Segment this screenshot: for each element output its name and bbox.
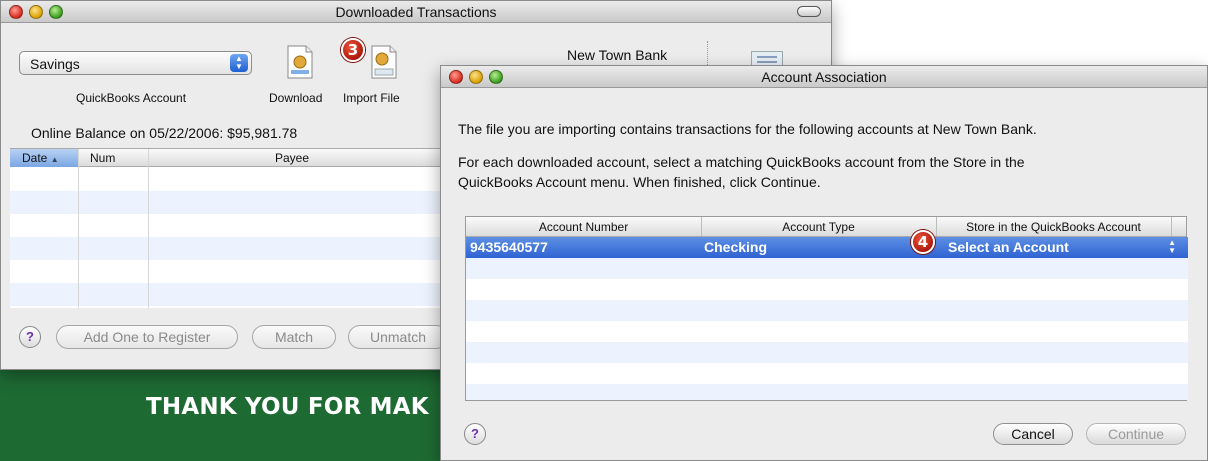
step-4-badge: 4 bbox=[911, 230, 935, 254]
title-bar[interactable]: Account Association bbox=[441, 66, 1207, 88]
banner-text: THANK YOU FOR MAK bbox=[146, 394, 429, 420]
column-divider bbox=[78, 149, 79, 308]
account-association-window: Account Association The file you are imp… bbox=[440, 65, 1208, 461]
column-divider bbox=[148, 149, 149, 308]
column-header-account-number[interactable]: Account Number bbox=[466, 220, 701, 234]
add-one-to-register-button[interactable]: Add One to Register bbox=[56, 325, 238, 349]
window-title: Downloaded Transactions bbox=[335, 4, 497, 20]
toolbar-toggle-button[interactable] bbox=[797, 6, 821, 17]
help-button[interactable]: ? bbox=[19, 326, 41, 348]
cancel-button[interactable]: Cancel bbox=[993, 423, 1073, 445]
table-row[interactable] bbox=[466, 300, 1188, 321]
table-row[interactable] bbox=[10, 214, 450, 237]
table-row[interactable] bbox=[10, 168, 450, 191]
title-bar[interactable]: Downloaded Transactions bbox=[1, 1, 831, 23]
table-row[interactable] bbox=[466, 384, 1188, 400]
online-balance: Online Balance on 05/22/2006: $95,981.78 bbox=[31, 125, 298, 141]
download-label[interactable]: Download bbox=[269, 91, 322, 105]
table-row[interactable] bbox=[10, 237, 450, 260]
quickbooks-account-popup[interactable]: Savings ▲ ▼ bbox=[19, 51, 252, 75]
window-title: Account Association bbox=[761, 69, 887, 85]
store-in-account-popup[interactable]: Select an Account bbox=[948, 239, 1069, 255]
table-row[interactable] bbox=[466, 321, 1188, 342]
download-icon[interactable] bbox=[285, 45, 315, 79]
account-type-cell: Checking bbox=[704, 239, 768, 255]
step-3-badge: 3 bbox=[341, 38, 365, 62]
table-row[interactable] bbox=[10, 260, 450, 283]
account-popup-value: Savings bbox=[30, 56, 80, 72]
transactions-table: Date ▲ Num Payee bbox=[10, 148, 450, 308]
table-header: Account Number Account Type Store in the… bbox=[466, 217, 1186, 237]
column-divider bbox=[1171, 217, 1172, 236]
bank-name: New Town Bank bbox=[567, 47, 668, 63]
column-header-num[interactable]: Num bbox=[90, 151, 115, 165]
table-header: Date ▲ Num Payee bbox=[10, 149, 450, 167]
table-row[interactable] bbox=[466, 258, 1188, 279]
column-divider bbox=[936, 217, 937, 236]
unmatch-button[interactable]: Unmatch bbox=[348, 325, 448, 349]
account-number-cell: 9435640577 bbox=[470, 239, 548, 255]
match-button[interactable]: Match bbox=[252, 325, 336, 349]
instructions-line-2: QuickBooks Account menu. When finished, … bbox=[458, 174, 821, 190]
column-header-date[interactable]: Date ▲ bbox=[10, 149, 78, 167]
import-file-icon[interactable] bbox=[369, 45, 399, 79]
table-row-selected[interactable]: 9435640577 Checking Select an Account ▲ ▼ bbox=[466, 237, 1188, 258]
table-row[interactable] bbox=[466, 363, 1188, 384]
screen: THANK YOU FOR MAK Downloaded Transaction… bbox=[0, 0, 1208, 461]
intro-text: The file you are importing contains tran… bbox=[458, 121, 1037, 137]
popup-arrows-icon: ▲ ▼ bbox=[1168, 238, 1176, 255]
table-row[interactable] bbox=[466, 342, 1188, 363]
table-row[interactable] bbox=[10, 283, 450, 306]
import-file-label[interactable]: Import File bbox=[343, 91, 400, 105]
column-divider bbox=[701, 217, 702, 236]
continue-button[interactable]: Continue bbox=[1086, 423, 1186, 445]
account-popup-label: QuickBooks Account bbox=[76, 91, 187, 105]
column-header-account-type[interactable]: Account Type bbox=[701, 220, 936, 234]
account-association-table: Account Number Account Type Store in the… bbox=[465, 216, 1188, 401]
help-button[interactable]: ? bbox=[464, 423, 486, 445]
sort-ascending-icon: ▲ bbox=[50, 155, 59, 164]
instructions-line-1: For each downloaded account, select a ma… bbox=[458, 154, 1025, 170]
column-header-store-in[interactable]: Store in the QuickBooks Account bbox=[936, 220, 1171, 234]
popup-arrows-icon: ▲ ▼ bbox=[230, 54, 248, 72]
table-row[interactable] bbox=[10, 191, 450, 214]
column-header-payee[interactable]: Payee bbox=[275, 151, 309, 165]
table-row[interactable] bbox=[466, 279, 1188, 300]
